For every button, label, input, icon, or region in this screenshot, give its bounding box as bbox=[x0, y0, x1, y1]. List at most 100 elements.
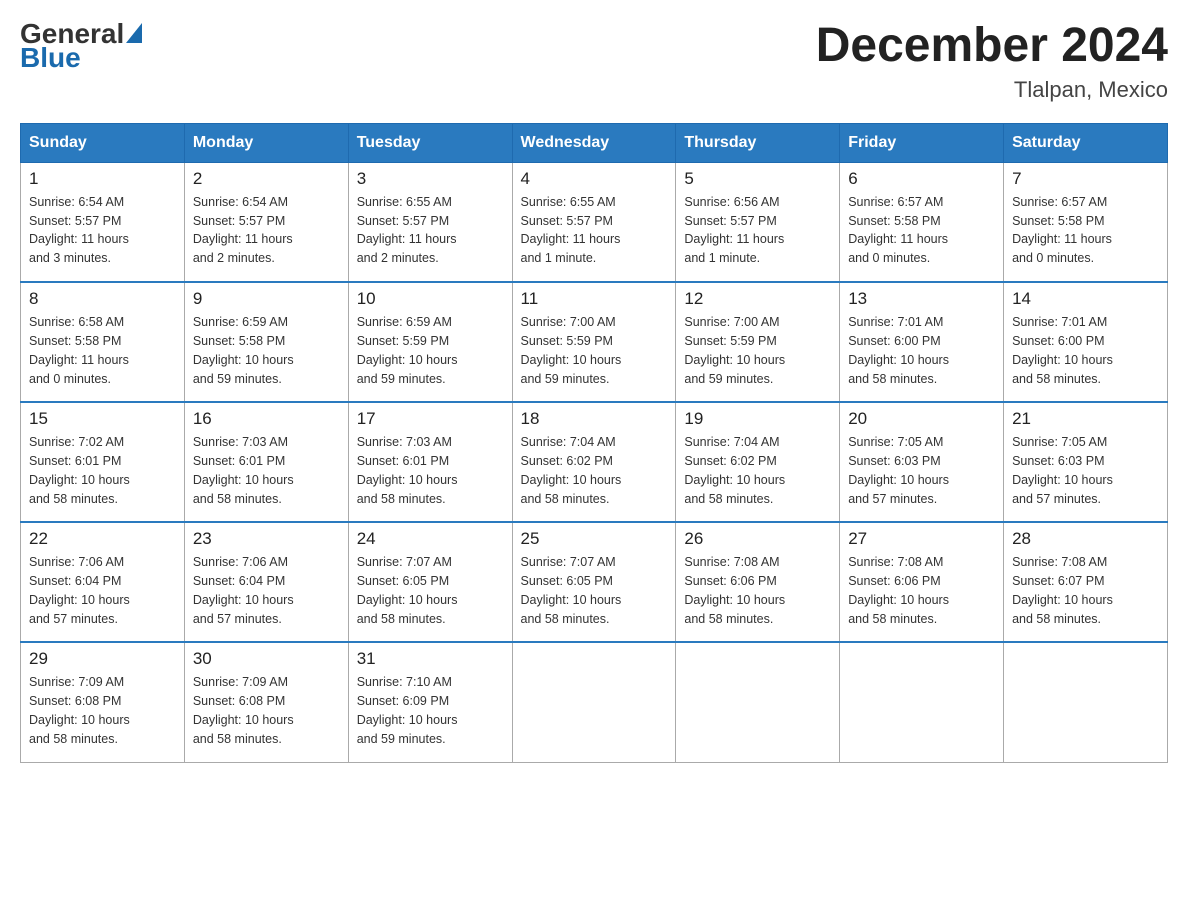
col-monday: Monday bbox=[184, 123, 348, 162]
table-row: 27 Sunrise: 7:08 AMSunset: 6:06 PMDaylig… bbox=[840, 522, 1004, 642]
day-info: Sunrise: 7:02 AMSunset: 6:01 PMDaylight:… bbox=[29, 433, 176, 508]
day-number: 21 bbox=[1012, 409, 1159, 429]
day-info: Sunrise: 7:00 AMSunset: 5:59 PMDaylight:… bbox=[521, 313, 668, 388]
day-info: Sunrise: 6:56 AMSunset: 5:57 PMDaylight:… bbox=[684, 193, 831, 268]
day-info: Sunrise: 7:06 AMSunset: 6:04 PMDaylight:… bbox=[29, 553, 176, 628]
day-info: Sunrise: 6:54 AMSunset: 5:57 PMDaylight:… bbox=[193, 193, 340, 268]
table-row: 22 Sunrise: 7:06 AMSunset: 6:04 PMDaylig… bbox=[21, 522, 185, 642]
day-number: 19 bbox=[684, 409, 831, 429]
table-row: 16 Sunrise: 7:03 AMSunset: 6:01 PMDaylig… bbox=[184, 402, 348, 522]
day-info: Sunrise: 7:04 AMSunset: 6:02 PMDaylight:… bbox=[684, 433, 831, 508]
table-row: 8 Sunrise: 6:58 AMSunset: 5:58 PMDayligh… bbox=[21, 282, 185, 402]
day-number: 4 bbox=[521, 169, 668, 189]
day-info: Sunrise: 7:07 AMSunset: 6:05 PMDaylight:… bbox=[521, 553, 668, 628]
table-row: 30 Sunrise: 7:09 AMSunset: 6:08 PMDaylig… bbox=[184, 642, 348, 762]
table-row: 17 Sunrise: 7:03 AMSunset: 6:01 PMDaylig… bbox=[348, 402, 512, 522]
col-saturday: Saturday bbox=[1004, 123, 1168, 162]
day-number: 24 bbox=[357, 529, 504, 549]
day-number: 10 bbox=[357, 289, 504, 309]
day-info: Sunrise: 7:01 AMSunset: 6:00 PMDaylight:… bbox=[848, 313, 995, 388]
day-info: Sunrise: 7:08 AMSunset: 6:07 PMDaylight:… bbox=[1012, 553, 1159, 628]
table-row: 9 Sunrise: 6:59 AMSunset: 5:58 PMDayligh… bbox=[184, 282, 348, 402]
col-tuesday: Tuesday bbox=[348, 123, 512, 162]
col-friday: Friday bbox=[840, 123, 1004, 162]
day-number: 3 bbox=[357, 169, 504, 189]
table-row: 25 Sunrise: 7:07 AMSunset: 6:05 PMDaylig… bbox=[512, 522, 676, 642]
day-info: Sunrise: 6:59 AMSunset: 5:58 PMDaylight:… bbox=[193, 313, 340, 388]
day-info: Sunrise: 7:08 AMSunset: 6:06 PMDaylight:… bbox=[848, 553, 995, 628]
day-number: 16 bbox=[193, 409, 340, 429]
day-info: Sunrise: 7:10 AMSunset: 6:09 PMDaylight:… bbox=[357, 673, 504, 748]
table-row: 14 Sunrise: 7:01 AMSunset: 6:00 PMDaylig… bbox=[1004, 282, 1168, 402]
table-row: 21 Sunrise: 7:05 AMSunset: 6:03 PMDaylig… bbox=[1004, 402, 1168, 522]
table-row: 29 Sunrise: 7:09 AMSunset: 6:08 PMDaylig… bbox=[21, 642, 185, 762]
table-row: 31 Sunrise: 7:10 AMSunset: 6:09 PMDaylig… bbox=[348, 642, 512, 762]
day-number: 6 bbox=[848, 169, 995, 189]
day-info: Sunrise: 7:03 AMSunset: 6:01 PMDaylight:… bbox=[193, 433, 340, 508]
logo-blue-text: Blue bbox=[20, 44, 81, 72]
table-row: 5 Sunrise: 6:56 AMSunset: 5:57 PMDayligh… bbox=[676, 162, 840, 282]
table-row: 18 Sunrise: 7:04 AMSunset: 6:02 PMDaylig… bbox=[512, 402, 676, 522]
day-info: Sunrise: 7:05 AMSunset: 6:03 PMDaylight:… bbox=[848, 433, 995, 508]
day-info: Sunrise: 6:55 AMSunset: 5:57 PMDaylight:… bbox=[357, 193, 504, 268]
col-wednesday: Wednesday bbox=[512, 123, 676, 162]
table-row bbox=[676, 642, 840, 762]
table-row bbox=[512, 642, 676, 762]
day-number: 13 bbox=[848, 289, 995, 309]
calendar-week-row: 15 Sunrise: 7:02 AMSunset: 6:01 PMDaylig… bbox=[21, 402, 1168, 522]
calendar-week-row: 8 Sunrise: 6:58 AMSunset: 5:58 PMDayligh… bbox=[21, 282, 1168, 402]
table-row: 10 Sunrise: 6:59 AMSunset: 5:59 PMDaylig… bbox=[348, 282, 512, 402]
table-row: 4 Sunrise: 6:55 AMSunset: 5:57 PMDayligh… bbox=[512, 162, 676, 282]
day-info: Sunrise: 7:06 AMSunset: 6:04 PMDaylight:… bbox=[193, 553, 340, 628]
table-row: 20 Sunrise: 7:05 AMSunset: 6:03 PMDaylig… bbox=[840, 402, 1004, 522]
calendar-subtitle: Tlalpan, Mexico bbox=[816, 77, 1168, 103]
day-info: Sunrise: 7:05 AMSunset: 6:03 PMDaylight:… bbox=[1012, 433, 1159, 508]
day-info: Sunrise: 6:55 AMSunset: 5:57 PMDaylight:… bbox=[521, 193, 668, 268]
table-row: 11 Sunrise: 7:00 AMSunset: 5:59 PMDaylig… bbox=[512, 282, 676, 402]
day-info: Sunrise: 6:58 AMSunset: 5:58 PMDaylight:… bbox=[29, 313, 176, 388]
day-number: 30 bbox=[193, 649, 340, 669]
day-number: 12 bbox=[684, 289, 831, 309]
table-row: 15 Sunrise: 7:02 AMSunset: 6:01 PMDaylig… bbox=[21, 402, 185, 522]
day-number: 27 bbox=[848, 529, 995, 549]
day-info: Sunrise: 7:09 AMSunset: 6:08 PMDaylight:… bbox=[29, 673, 176, 748]
day-info: Sunrise: 6:54 AMSunset: 5:57 PMDaylight:… bbox=[29, 193, 176, 268]
day-number: 17 bbox=[357, 409, 504, 429]
logo: General Blue bbox=[20, 20, 144, 72]
day-info: Sunrise: 7:08 AMSunset: 6:06 PMDaylight:… bbox=[684, 553, 831, 628]
day-number: 11 bbox=[521, 289, 668, 309]
calendar-title: December 2024 bbox=[816, 20, 1168, 73]
calendar-table: Sunday Monday Tuesday Wednesday Thursday… bbox=[20, 123, 1168, 763]
day-number: 9 bbox=[193, 289, 340, 309]
day-number: 7 bbox=[1012, 169, 1159, 189]
day-info: Sunrise: 7:07 AMSunset: 6:05 PMDaylight:… bbox=[357, 553, 504, 628]
calendar-week-row: 1 Sunrise: 6:54 AMSunset: 5:57 PMDayligh… bbox=[21, 162, 1168, 282]
day-info: Sunrise: 7:00 AMSunset: 5:59 PMDaylight:… bbox=[684, 313, 831, 388]
table-row: 12 Sunrise: 7:00 AMSunset: 5:59 PMDaylig… bbox=[676, 282, 840, 402]
table-row: 3 Sunrise: 6:55 AMSunset: 5:57 PMDayligh… bbox=[348, 162, 512, 282]
day-number: 25 bbox=[521, 529, 668, 549]
day-info: Sunrise: 6:59 AMSunset: 5:59 PMDaylight:… bbox=[357, 313, 504, 388]
day-number: 14 bbox=[1012, 289, 1159, 309]
table-row: 2 Sunrise: 6:54 AMSunset: 5:57 PMDayligh… bbox=[184, 162, 348, 282]
table-row: 26 Sunrise: 7:08 AMSunset: 6:06 PMDaylig… bbox=[676, 522, 840, 642]
table-row: 28 Sunrise: 7:08 AMSunset: 6:07 PMDaylig… bbox=[1004, 522, 1168, 642]
day-number: 23 bbox=[193, 529, 340, 549]
day-info: Sunrise: 7:03 AMSunset: 6:01 PMDaylight:… bbox=[357, 433, 504, 508]
day-info: Sunrise: 6:57 AMSunset: 5:58 PMDaylight:… bbox=[1012, 193, 1159, 268]
calendar-week-row: 22 Sunrise: 7:06 AMSunset: 6:04 PMDaylig… bbox=[21, 522, 1168, 642]
day-number: 31 bbox=[357, 649, 504, 669]
table-row bbox=[1004, 642, 1168, 762]
table-row: 23 Sunrise: 7:06 AMSunset: 6:04 PMDaylig… bbox=[184, 522, 348, 642]
day-number: 2 bbox=[193, 169, 340, 189]
day-info: Sunrise: 7:09 AMSunset: 6:08 PMDaylight:… bbox=[193, 673, 340, 748]
day-info: Sunrise: 7:04 AMSunset: 6:02 PMDaylight:… bbox=[521, 433, 668, 508]
day-number: 28 bbox=[1012, 529, 1159, 549]
table-row bbox=[840, 642, 1004, 762]
day-number: 20 bbox=[848, 409, 995, 429]
day-number: 5 bbox=[684, 169, 831, 189]
table-row: 1 Sunrise: 6:54 AMSunset: 5:57 PMDayligh… bbox=[21, 162, 185, 282]
col-thursday: Thursday bbox=[676, 123, 840, 162]
day-number: 18 bbox=[521, 409, 668, 429]
table-row: 7 Sunrise: 6:57 AMSunset: 5:58 PMDayligh… bbox=[1004, 162, 1168, 282]
